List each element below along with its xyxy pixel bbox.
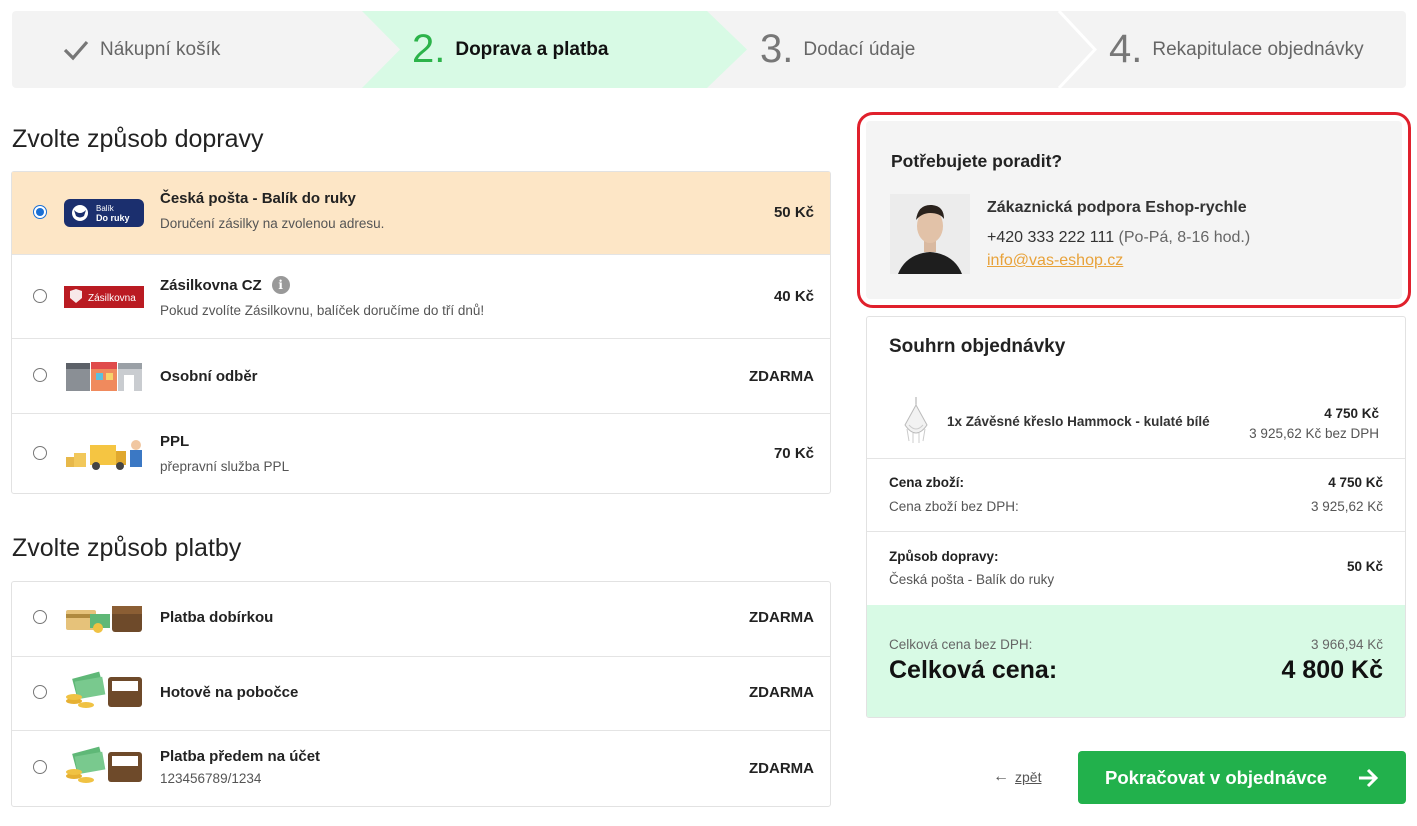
option-name: Česká pošta - Balík do ruky: [160, 190, 356, 207]
step-recap: 4. Rekapitulace objednávky: [1109, 11, 1364, 88]
checkmark-icon: [63, 40, 89, 60]
option-description: Doručení zásilky na zvolenou adresu.: [160, 216, 385, 231]
step-divider: [1057, 11, 1098, 88]
option-name: Osobní odběr: [160, 368, 258, 385]
option-name: PPL: [160, 433, 190, 450]
payment-options: Platba dobírkou ZDARMA Hotově na pobočce…: [11, 581, 831, 807]
option-price: 50 Kč: [773, 204, 814, 221]
shipping-price: 50 Kč: [1346, 559, 1383, 574]
support-name: Zákaznická podpora Eshop-rychle: [987, 199, 1247, 216]
step-shipping-payment: 2. Doprava a platba: [412, 11, 608, 88]
option-price: 70 Kč: [773, 445, 814, 462]
summary-item-name: 1x Závěsné křeslo Hammock - kulaté bílé: [947, 414, 1210, 429]
step-label: Doprava a platba: [455, 38, 609, 60]
goods-no-vat-label: Cena zboží bez DPH:: [889, 499, 1019, 514]
back-link-label: zpět: [1015, 769, 1042, 785]
support-title: Potřebujete poradit?: [891, 151, 1063, 171]
arrow-right-icon: [1359, 768, 1379, 788]
shipping-label: Způsob dopravy:: [889, 549, 999, 564]
step-label: Dodací údaje: [803, 38, 916, 60]
total-label: Celková cena:: [889, 656, 1058, 684]
ceska-posta-logo: Balík Do ruky: [64, 193, 144, 233]
total-box: Celková cena bez DPH: 3 966,94 Kč Celkov…: [867, 605, 1405, 717]
payment-option-cod[interactable]: Platba dobírkou ZDARMA: [12, 582, 830, 656]
summary-item-price-no-vat: 3 925,62 Kč bez DPH: [1249, 426, 1379, 441]
shipping-option-ceska-posta[interactable]: Balík Do ruky Česká pošta - Balík do ruk…: [12, 172, 830, 254]
support-hours: (Po-Pá, 8-16 hod.): [1118, 229, 1251, 246]
support-phone[interactable]: +420 333 222 111: [987, 229, 1114, 246]
product-thumbnail: [904, 397, 928, 443]
checkout-steps: Nákupní košík 2. Doprava a platba 3. Dod…: [12, 11, 1406, 88]
delivery-truck-icon: [64, 434, 144, 474]
support-box-highlight: Potřebujete poradit? Zákaznická podpora …: [857, 112, 1411, 308]
goods-price: 4 750 Kč: [1328, 475, 1383, 490]
support-phone-line: +420 333 222 111 (Po-Pá, 8-16 hod.): [987, 229, 1250, 247]
support-box: Potřebujete poradit? Zákaznická podpora …: [866, 121, 1402, 299]
payment-option-bank-transfer[interactable]: Platba předem na účet 123456789/1234 ZDA…: [12, 730, 830, 806]
summary-title: Souhrn objednávky: [889, 336, 1066, 357]
cash-wallet-icon: [64, 671, 144, 711]
option-description: Pokud zvolíte Zásilkovnu, balíček doručí…: [160, 303, 485, 318]
summary-item-price: 4 750 Kč: [1324, 406, 1379, 421]
shipping-option-ppl[interactable]: PPL přepravní služba PPL 70 Kč: [12, 413, 830, 493]
option-price: ZDARMA: [749, 760, 814, 777]
shipping-name: Česká pošta - Balík do ruky: [889, 572, 1055, 587]
step-label: Nákupní košík: [100, 38, 221, 60]
total-price: 4 800 Kč: [1281, 656, 1383, 684]
divider: [867, 458, 1405, 459]
option-price: 40 Kč: [773, 288, 814, 305]
arrow-left-icon: ←: [993, 768, 1009, 785]
goods-no-vat-price: 3 925,62 Kč: [1310, 499, 1383, 514]
option-price: ZDARMA: [749, 684, 814, 701]
support-email-link[interactable]: info@vas-eshop.cz: [987, 252, 1123, 270]
radio-button[interactable]: [33, 289, 47, 303]
info-icon[interactable]: i: [271, 276, 290, 294]
option-description: přepravní služba PPL: [160, 459, 290, 474]
shipping-option-zasilkovna[interactable]: Zásilkovna Zásilkovna CZ i Pokud zvolíte …: [12, 254, 830, 338]
radio-button[interactable]: [33, 685, 47, 699]
option-name: Hotově na pobočce: [160, 684, 299, 701]
step-number: 4.: [1109, 27, 1143, 71]
option-price: ZDARMA: [749, 368, 814, 385]
logo-text: Zásilkovna: [88, 293, 136, 304]
shipping-section-title: Zvolte způsob dopravy: [12, 125, 264, 153]
zasilkovna-logo: Zásilkovna: [64, 277, 144, 317]
stores-icon: [64, 356, 144, 396]
total-no-vat-label: Celková cena bez DPH:: [889, 637, 1033, 652]
step-number: 2.: [412, 27, 446, 71]
continue-button-label: Pokračovat v objednávce: [1105, 766, 1328, 788]
radio-button[interactable]: [33, 205, 47, 219]
summary-item: 1x Závěsné křeslo Hammock - kulaté bílé …: [867, 389, 1405, 457]
option-description: 123456789/1234: [160, 771, 262, 786]
option-name: Platba dobírkou: [160, 609, 274, 626]
radio-button[interactable]: [33, 610, 47, 624]
shipping-options: Balík Do ruky Česká pošta - Balík do ruk…: [11, 171, 831, 494]
divider: [867, 531, 1405, 532]
continue-button[interactable]: Pokračovat v objednávce: [1078, 751, 1406, 804]
step-delivery-details: 3. Dodací údaje: [760, 11, 915, 88]
step-label: Rekapitulace objednávky: [1152, 38, 1364, 60]
total-no-vat: 3 966,94 Kč: [1310, 637, 1383, 652]
goods-label: Cena zboží:: [889, 475, 965, 490]
option-name: Zásilkovna CZ: [160, 276, 262, 294]
payment-section-title: Zvolte způsob platby: [12, 534, 242, 562]
cash-wallet-icon: [64, 746, 144, 786]
cards-cash-wallet-icon: [64, 599, 144, 639]
option-price: ZDARMA: [749, 609, 814, 626]
option-name: Platba předem na účet: [160, 748, 321, 765]
shipping-option-pickup[interactable]: Osobní odběr ZDARMA: [12, 338, 830, 413]
step-number: 3.: [760, 27, 794, 71]
payment-option-cash[interactable]: Hotově na pobočce ZDARMA: [12, 656, 830, 730]
step-cart[interactable]: Nákupní košík: [62, 11, 220, 88]
logo-text: Balík: [96, 204, 115, 213]
radio-button[interactable]: [33, 446, 47, 460]
radio-button[interactable]: [33, 368, 47, 382]
logo-text: Do ruky: [96, 213, 130, 223]
support-avatar: [890, 194, 970, 274]
order-summary: Souhrn objednávky 1x Závěsné křeslo Hamm…: [866, 316, 1406, 718]
radio-button[interactable]: [33, 760, 47, 774]
back-link[interactable]: ← zpět: [993, 768, 1041, 786]
